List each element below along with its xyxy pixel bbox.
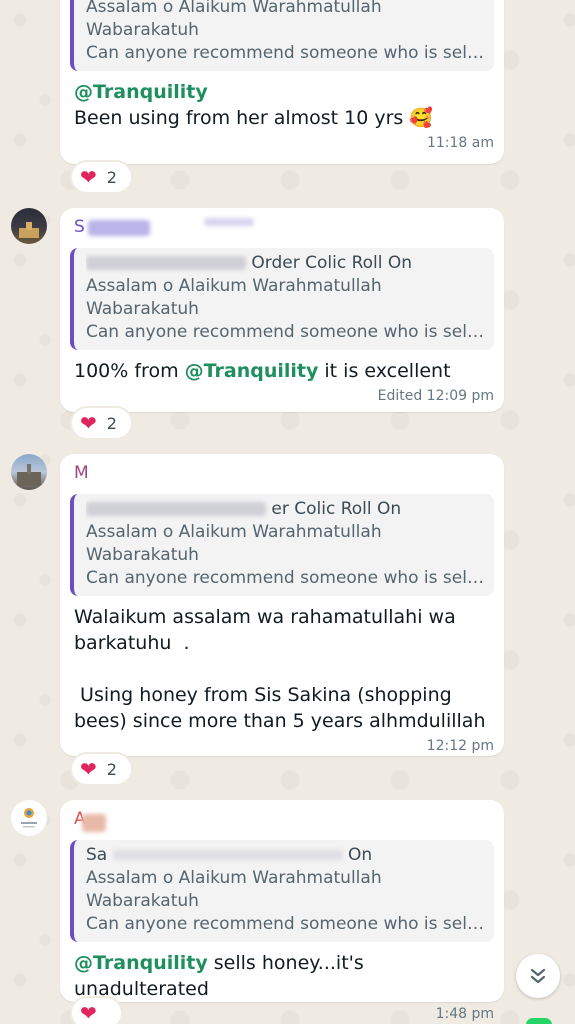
quote-line: Assalam o Alaikum Warahmatullah — [86, 276, 382, 296]
reaction-pill[interactable]: ❤ — [70, 996, 123, 1024]
quote-line: Wabarakatuh — [86, 891, 199, 911]
message-text: @Tranquility sells honey...it's unadulte… — [74, 952, 370, 1000]
quote-line: Can anyone recommend someone who is sell… — [86, 322, 484, 342]
redacted-name — [88, 220, 150, 236]
redacted-name — [112, 850, 343, 860]
message-text: 100% from @Tranquility it is excellent — [74, 360, 451, 382]
mention-link[interactable]: @Tranquility — [185, 360, 319, 382]
reaction-count: 2 — [106, 759, 117, 779]
reaction-pill[interactable]: ❤ 2 — [70, 752, 133, 786]
message-time: 1:48 pm — [435, 1006, 494, 1022]
quote-line: Can anyone recommend someone who is sell… — [86, 914, 484, 934]
message-bubble[interactable]: S Order Colic Roll On Assalam o Alaikum … — [60, 208, 504, 412]
sender-name[interactable]: A — [74, 808, 494, 832]
avatar[interactable] — [11, 208, 47, 244]
quote-line: Wabarakatuh — [86, 545, 199, 565]
quote-line: Assalam o Alaikum Warahmatullah — [86, 868, 382, 888]
quote-line: Can anyone recommend someone who is sell… — [86, 43, 484, 63]
sender-name[interactable]: S — [74, 216, 494, 240]
quoted-message[interactable]: Sa On Assalam o Alaikum Warahmatullah Wa… — [70, 840, 494, 942]
message-text: Walaikum assalam wa rahamatullahi wa bar… — [74, 606, 486, 732]
avatar[interactable] — [11, 454, 47, 490]
quote-author: Sa On — [86, 845, 373, 865]
avatar[interactable] — [11, 800, 47, 836]
message-time: Edited 12:09 pm — [377, 388, 494, 404]
reaction-count: 2 — [106, 167, 117, 187]
message-text: Been using from her almost 10 yrs 🥰 — [74, 107, 434, 129]
quote-author: er Colic Roll On — [86, 498, 484, 521]
heart-icon: ❤ — [80, 165, 97, 189]
quote-line: Wabarakatuh — [86, 299, 199, 319]
emoji-smiling-hearts-icon: 🥰 — [409, 107, 434, 129]
quote-line: Assalam o Alaikum Warahmatullah — [86, 0, 382, 17]
heart-icon: ❤ — [80, 1001, 97, 1024]
quote-author: Order Colic Roll On — [86, 252, 484, 275]
sender-name[interactable]: M — [74, 462, 494, 486]
redacted-name — [86, 256, 246, 270]
message-bubble[interactable]: Assalam o Alaikum Warahmatullah Wabaraka… — [60, 0, 504, 164]
reaction-pill[interactable]: ❤ 2 — [70, 406, 133, 440]
mention-link[interactable]: @Tranquility — [74, 81, 208, 103]
redacted-name — [204, 218, 254, 226]
redacted-name — [82, 814, 106, 832]
message-time: 12:12 pm — [426, 738, 494, 754]
mention-link[interactable]: @Tranquility — [74, 952, 208, 974]
heart-icon: ❤ — [80, 411, 97, 435]
quoted-message[interactable]: Order Colic Roll On Assalam o Alaikum Wa… — [70, 248, 494, 350]
unread-badge[interactable] — [526, 1018, 552, 1024]
quote-line: Assalam o Alaikum Warahmatullah — [86, 522, 382, 542]
quote-line: Wabarakatuh — [86, 20, 199, 40]
message-bubble[interactable]: A Sa On Assalam o Alaikum Warahmatullah … — [60, 800, 504, 1022]
reaction-pill[interactable]: ❤ 2 — [70, 160, 133, 194]
message-text: @Tranquility — [70, 79, 494, 105]
chevron-double-down-icon[interactable] — [516, 954, 560, 998]
reaction-count: 2 — [106, 413, 117, 433]
message-time: 11:18 am — [426, 135, 494, 151]
quoted-message[interactable]: Assalam o Alaikum Warahmatullah Wabaraka… — [70, 0, 494, 71]
quoted-message[interactable]: er Colic Roll On Assalam o Alaikum Warah… — [70, 494, 494, 596]
heart-icon: ❤ — [80, 757, 97, 781]
redacted-name — [86, 502, 266, 516]
quote-line: Can anyone recommend someone who is sell… — [86, 568, 484, 588]
message-bubble[interactable]: M er Colic Roll On Assalam o Alaikum War… — [60, 454, 504, 756]
